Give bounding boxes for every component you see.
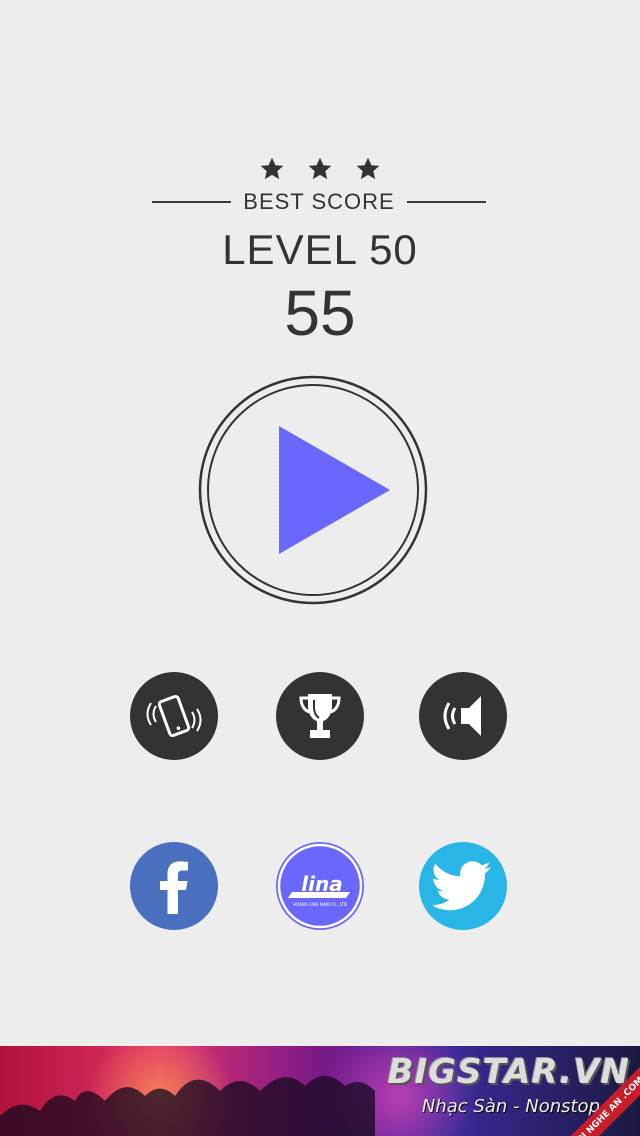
lina-logo-subtext: HOANG LINH NAM CO., LTD	[293, 902, 347, 907]
banner-tagline: Nhạc Sàn - Nonstop	[421, 1096, 600, 1117]
sound-toggle-button[interactable]	[419, 672, 507, 760]
star-icon	[307, 156, 333, 182]
banner-brand: BIGSTAR.VN	[387, 1052, 630, 1092]
level-label: LEVEL	[222, 226, 357, 273]
star-icon	[259, 156, 285, 182]
lina-logo-text: lina	[301, 872, 342, 896]
rating-stars	[0, 156, 640, 187]
divider-right	[406, 201, 487, 203]
vibrate-phone-icon	[146, 695, 202, 737]
ad-banner[interactable]: BIGSTAR.VN Nhạc Sàn - Nonstop TEEN NGHE …	[0, 1046, 640, 1136]
best-score-header: BEST SCORE	[152, 186, 487, 218]
lina-logo-button[interactable]: lina HOANG LINH NAM CO., LTD	[276, 842, 364, 930]
star-icon	[355, 156, 381, 182]
facebook-button[interactable]	[130, 842, 218, 930]
twitter-icon	[433, 861, 491, 911]
lina-logo-icon: lina HOANG LINH NAM CO., LTD	[277, 843, 363, 929]
twitter-button[interactable]	[419, 842, 507, 930]
best-score-label: BEST SCORE	[243, 189, 395, 214]
leaderboard-button[interactable]	[276, 672, 364, 760]
facebook-icon	[160, 861, 188, 914]
best-score-value: 55	[284, 277, 356, 349]
level-title: LEVEL 50	[0, 226, 640, 274]
sound-on-icon	[443, 696, 481, 736]
play-button[interactable]	[198, 375, 428, 605]
level-number: 50	[369, 226, 418, 273]
trophy-icon	[299, 694, 341, 738]
divider-left	[152, 201, 232, 203]
vibration-button[interactable]	[130, 672, 218, 760]
play-icon	[198, 375, 428, 605]
